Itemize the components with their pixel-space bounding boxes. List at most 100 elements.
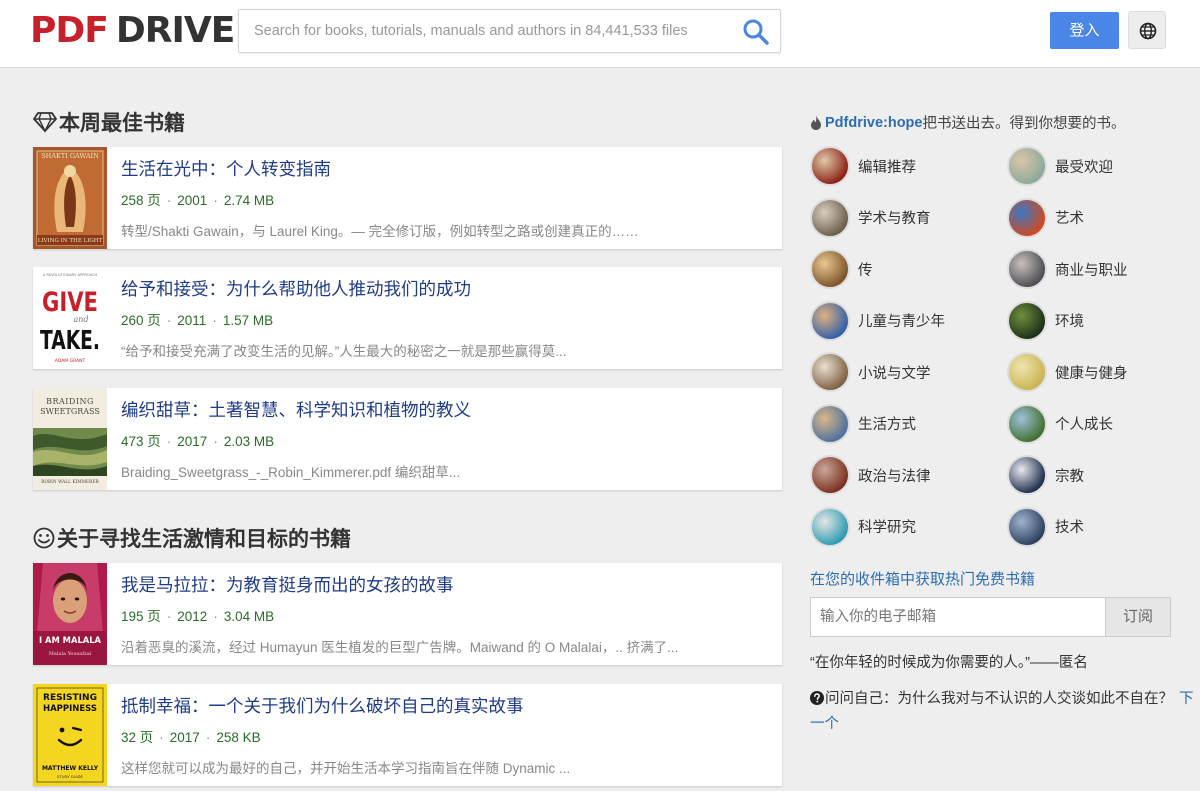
book-size: 2.74 MB [224,193,274,208]
top-header: PDFDRIVE 登入 [0,0,1200,68]
category-thumbnail [1007,198,1047,238]
cover-author-text: SHAKTI GAWAIN [41,152,99,160]
fire-icon [810,115,822,130]
section-title-passion-purpose: 关于寻找生活激情和目标的书籍 [33,523,351,553]
book-card[interactable]: RESISTING HAPPINESS MATTHEW KELLY STUDY … [33,684,782,786]
category-label: 政治与法律 [858,465,931,486]
book-card[interactable]: SHAKTI GAWAIN LIVING IN THE LIGHT 生活在光中：… [33,147,782,249]
book-title[interactable]: 抵制幸福：一个关于我们为什么破坏自己的真实故事 [121,693,524,718]
category-label: 个人成长 [1055,413,1113,434]
book-description: 转型/Shakti Gawain，与 Laurel King。— 完全修订版，例… [121,220,639,240]
inbox-title: 在您的收件箱中获取热门免费书籍 [810,568,1035,589]
logo-drive-text: DRIVE [116,10,234,51]
cover-title-text-2: SWEETGRASS [40,407,100,416]
category-label: 儿童与青少年 [858,310,945,331]
search-icon[interactable] [742,18,770,46]
book-pages: 258 页 [121,193,161,208]
category-item[interactable]: 宗教 [1007,455,1084,495]
category-item[interactable]: 最受欢迎 [1007,146,1113,186]
question-block: 问问自己：为什么我对与不认识的人交谈如此不自在？下一个 [810,688,1200,736]
promo-text: 把书送出去。得到你想要的书。 [922,112,1125,133]
category-item[interactable]: 传 [810,249,873,289]
category-item[interactable]: 科学研究 [810,507,916,547]
book-size: 2.03 MB [224,434,274,449]
cover-title-text-2: HAPPINESS [43,704,97,714]
email-input[interactable] [811,598,1105,636]
category-label: 编辑推荐 [858,156,916,177]
category-item[interactable]: 健康与健身 [1007,352,1128,392]
category-item[interactable]: 艺术 [1007,198,1084,238]
section-title-text: 本周最佳书籍 [59,107,185,137]
category-label: 传 [858,259,873,280]
cover-author-text: MATTHEW KELLY [42,765,99,772]
book-card[interactable]: BRAIDING SWEETGRASS ROBIN WALL KIMMERER … [33,388,782,490]
category-label: 小说与文学 [858,362,931,383]
email-box [810,597,1106,637]
category-label: 商业与职业 [1055,259,1128,280]
quote-text: “在你年轻的时候成为你需要的人。”——匿名 [810,651,1088,672]
category-item[interactable]: 技术 [1007,507,1084,547]
question-text: 问问自己：为什么我对与不认识的人交谈如此不自在？ [825,691,1173,707]
book-cover[interactable]: A REVOLUTIONARY APPROACH GIVE and TAKE. … [33,267,107,369]
book-title[interactable]: 编织甜草：土著智慧、科学知识和植物的教义 [121,397,471,422]
category-item[interactable]: 学术与教育 [810,198,931,238]
category-thumbnail [810,404,850,444]
category-label: 健康与健身 [1055,362,1128,383]
cover-take-text: TAKE. [40,326,100,356]
category-item[interactable]: 环境 [1007,301,1084,341]
category-thumbnail [810,146,850,186]
cover-title-text: BRAIDING [46,397,94,406]
book-description: Braiding_Sweetgrass_-_Robin_Kimmerer.pdf… [121,461,460,481]
cover-title-text: LIVING IN THE LIGHT [38,238,103,244]
category-thumbnail [810,352,850,392]
book-pages: 32 页 [121,730,153,745]
category-item[interactable]: 政治与法律 [810,455,931,495]
cover-tagline-text: A REVOLUTIONARY APPROACH [43,273,98,277]
category-item[interactable]: 商业与职业 [1007,249,1128,289]
category-thumbnail [1007,146,1047,186]
book-meta: 260 页·2011·1.57 MB [121,309,273,329]
category-item[interactable]: 儿童与青少年 [810,301,945,341]
book-year: 2017 [177,434,207,449]
book-cover[interactable]: SHAKTI GAWAIN LIVING IN THE LIGHT [33,147,107,249]
book-description: 沿着恶臭的溪流，经过 Humayun 医生植发的巨型广告牌。Maiwand 的 … [121,636,678,656]
category-item[interactable]: 小说与文学 [810,352,931,392]
category-label: 生活方式 [858,413,916,434]
search-input[interactable] [239,10,729,52]
promo-line: Pdfdrive:hope把书送出去。得到你想要的书。 [810,112,1125,133]
category-thumbnail [1007,404,1047,444]
category-item[interactable]: 生活方式 [810,404,916,444]
category-item[interactable]: 个人成长 [1007,404,1113,444]
book-title[interactable]: 生活在光中：个人转变指南 [121,156,331,181]
logo-pdf-text: PDF [30,10,108,51]
category-thumbnail [810,507,850,547]
category-label: 环境 [1055,310,1084,331]
language-button[interactable] [1128,11,1166,49]
category-thumbnail [810,198,850,238]
book-year: 2001 [177,193,207,208]
book-card[interactable]: A REVOLUTIONARY APPROACH GIVE and TAKE. … [33,267,782,369]
book-cover[interactable]: I AM MALALA Malala Yousafzai [33,563,107,665]
book-meta: 258 页·2001·2.74 MB [121,189,274,209]
category-thumbnail [1007,352,1047,392]
hope-link[interactable]: Pdfdrive:hope [825,115,922,131]
book-pages: 195 页 [121,609,161,624]
book-meta: 32 页·2017·258 KB [121,726,261,746]
book-year: 2017 [170,730,200,745]
book-title[interactable]: 给予和接受：为什么帮助他人推动我们的成功 [121,276,471,301]
category-item[interactable]: 编辑推荐 [810,146,916,186]
category-label: 技术 [1055,516,1084,537]
book-year: 2012 [177,609,207,624]
book-cover[interactable]: RESISTING HAPPINESS MATTHEW KELLY STUDY … [33,684,107,786]
category-thumbnail [810,249,850,289]
pdfdrive-logo[interactable]: PDFDRIVE [30,11,234,51]
login-button[interactable]: 登入 [1050,12,1119,49]
category-thumbnail [810,455,850,495]
subscribe-button[interactable]: 订阅 [1105,597,1171,637]
diamond-icon [33,111,57,133]
book-cover[interactable]: BRAIDING SWEETGRASS ROBIN WALL KIMMERER [33,388,107,490]
book-title[interactable]: 我是马拉拉：为教育挺身而出的女孩的故事 [121,572,454,597]
category-thumbnail [1007,301,1047,341]
cover-sub-text: STUDY GUIDE [57,774,84,779]
book-card[interactable]: I AM MALALA Malala Yousafzai 我是马拉拉：为教育挺身… [33,563,782,665]
